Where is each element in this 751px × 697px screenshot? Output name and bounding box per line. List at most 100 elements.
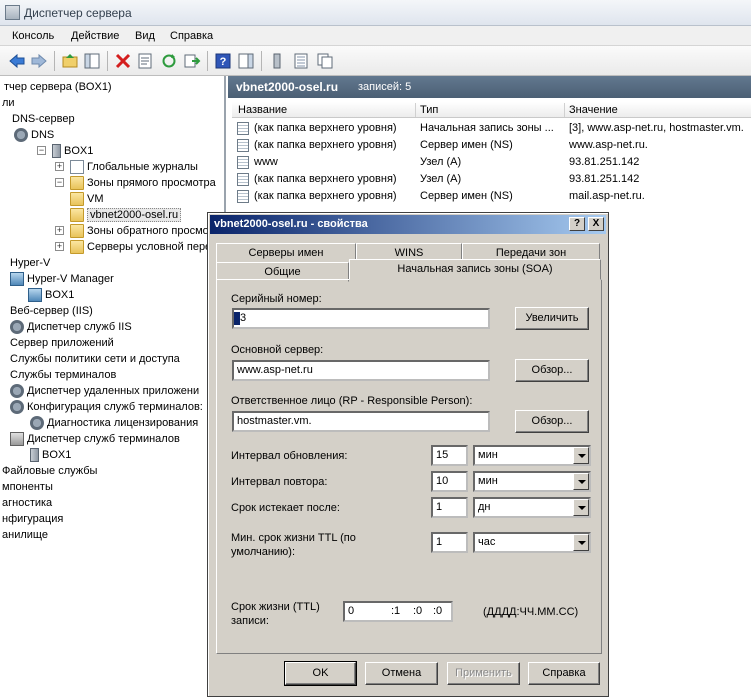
tree-item[interactable]: агностика bbox=[2, 495, 52, 511]
tree-item[interactable]: Диспетчер удаленных приложени bbox=[10, 383, 199, 399]
show-pane-icon[interactable] bbox=[237, 52, 255, 70]
record-row[interactable]: (как папка верхнего уровня) Узел (A) 93.81… bbox=[232, 171, 751, 188]
record-name: (как папка верхнего уровня) bbox=[254, 122, 397, 134]
tree-item[interactable]: тчер сервера (BOX1) bbox=[4, 79, 112, 95]
cancel-button[interactable]: Отмена bbox=[365, 662, 438, 685]
expire-unit-select[interactable]: дн bbox=[473, 497, 591, 518]
refresh-icon[interactable] bbox=[160, 52, 178, 70]
close-icon[interactable]: X bbox=[588, 217, 604, 231]
record-value: mail.asp-net.ru. bbox=[569, 190, 645, 202]
retry-interval-field[interactable]: 10 bbox=[431, 471, 468, 492]
min-ttl-label-line1: Мин. срок жизни TTL (по bbox=[231, 532, 356, 544]
back-icon[interactable] bbox=[8, 52, 26, 70]
server-icon[interactable] bbox=[268, 52, 286, 70]
browse-primary-button[interactable]: Обзор... bbox=[515, 359, 589, 382]
tree-item[interactable]: Hyper-V bbox=[10, 255, 50, 271]
tree-item[interactable]: − BOX1 bbox=[37, 143, 93, 159]
tree-item[interactable]: BOX1 bbox=[28, 287, 74, 303]
record-row[interactable]: (как папка верхнего уровня) Сервер имен (… bbox=[232, 188, 751, 205]
increment-button[interactable]: Увеличить bbox=[515, 307, 589, 330]
tree-item[interactable]: ли bbox=[2, 95, 15, 111]
refresh-unit-select[interactable]: мин bbox=[473, 445, 591, 466]
show-hide-tree-icon[interactable] bbox=[83, 52, 101, 70]
delete-icon[interactable] bbox=[114, 52, 132, 70]
expand-icon[interactable]: + bbox=[55, 162, 64, 171]
expand-icon[interactable]: + bbox=[55, 242, 64, 251]
help-button[interactable]: Справка bbox=[528, 662, 600, 685]
help-icon[interactable]: ? bbox=[569, 217, 585, 231]
forward-icon[interactable] bbox=[30, 52, 48, 70]
tree-item[interactable]: мпоненты bbox=[2, 479, 53, 495]
serial-number-field[interactable]: 3 bbox=[232, 308, 490, 329]
tree-item[interactable]: BOX1 bbox=[30, 447, 71, 463]
chevron-down-icon[interactable] bbox=[573, 534, 589, 551]
collapse-icon[interactable]: − bbox=[37, 146, 46, 155]
min-ttl-field[interactable]: 1 bbox=[431, 532, 468, 553]
tree-item[interactable]: DNS bbox=[14, 127, 54, 143]
tree-item[interactable]: VM bbox=[70, 191, 104, 207]
ttl-days[interactable]: 0 bbox=[348, 603, 354, 620]
tree-item[interactable]: Диспетчер служб терминалов bbox=[10, 431, 180, 447]
expire-field[interactable]: 1 bbox=[431, 497, 468, 518]
column-divider[interactable] bbox=[564, 103, 565, 117]
refresh-unit-value: мин bbox=[478, 449, 498, 461]
ttl-minutes[interactable]: :0 bbox=[413, 603, 422, 620]
export-icon[interactable] bbox=[183, 52, 201, 70]
record-row[interactable]: www Узел (A) 93.81.251.142 bbox=[232, 154, 751, 171]
tab-name-servers[interactable]: Серверы имен bbox=[216, 243, 356, 263]
menu-console[interactable]: Консоль bbox=[12, 30, 54, 42]
record-row[interactable]: (как папка верхнего уровня) Начальная зап… bbox=[232, 120, 751, 137]
primary-server-field[interactable]: www.asp-net.ru bbox=[232, 360, 490, 381]
chevron-down-icon[interactable] bbox=[573, 447, 589, 464]
tree-item[interactable]: Файловые службы bbox=[2, 463, 97, 479]
tree-item[interactable]: + Глобальные журналы bbox=[55, 159, 198, 175]
tree-item[interactable]: Диагностика лицензирования bbox=[30, 415, 198, 431]
help-icon[interactable]: ? bbox=[214, 52, 232, 70]
menu-action[interactable]: Действие bbox=[71, 30, 119, 42]
tree-item[interactable]: Службы терминалов bbox=[10, 367, 116, 383]
column-type[interactable]: Тип bbox=[420, 104, 438, 116]
column-divider[interactable] bbox=[415, 103, 416, 117]
ok-button[interactable]: OK bbox=[284, 661, 357, 686]
responsible-person-field[interactable]: hostmaster.vm. bbox=[232, 411, 490, 432]
properties-icon[interactable] bbox=[136, 52, 154, 70]
list-icon[interactable] bbox=[292, 52, 310, 70]
collapse-icon[interactable]: − bbox=[55, 178, 64, 187]
ttl-seconds[interactable]: :0 bbox=[433, 603, 442, 620]
tree-item[interactable]: Диспетчер служб IIS bbox=[10, 319, 132, 335]
apply-button[interactable]: Применить bbox=[447, 662, 520, 685]
tree-item[interactable]: DNS-сервер bbox=[12, 111, 75, 127]
copy-icon[interactable] bbox=[316, 52, 334, 70]
browse-responsible-button[interactable]: Обзор... bbox=[515, 410, 589, 433]
tree-item-label: Глобальные журналы bbox=[87, 161, 198, 173]
tree-item[interactable]: − Зоны прямого просмотра bbox=[55, 175, 216, 191]
ttl-hours[interactable]: :1 bbox=[391, 603, 400, 620]
tree-item[interactable]: + Серверы условной пересылки bbox=[55, 239, 224, 255]
tree-item[interactable]: + Зоны обратного просмотра bbox=[55, 223, 224, 239]
tree-item[interactable]: Сервер приложений bbox=[10, 335, 114, 351]
record-ttl-field[interactable]: 0 :1 :0 :0 bbox=[343, 601, 453, 622]
chevron-down-icon[interactable] bbox=[573, 473, 589, 490]
menu-view[interactable]: Вид bbox=[135, 30, 155, 42]
up-folder-icon[interactable] bbox=[61, 52, 79, 70]
tree-item[interactable]: Веб-сервер (IIS) bbox=[10, 303, 93, 319]
menu-help[interactable]: Справка bbox=[170, 30, 213, 42]
column-value[interactable]: Значение bbox=[569, 104, 618, 116]
tree-item[interactable]: vbnet2000-osel.ru bbox=[70, 207, 182, 223]
expand-icon[interactable]: + bbox=[55, 226, 64, 235]
refresh-interval-field[interactable]: 15 bbox=[431, 445, 468, 466]
tree-item[interactable]: Hyper-V Manager bbox=[10, 271, 114, 287]
retry-unit-select[interactable]: мин bbox=[473, 471, 591, 492]
tree-item[interactable]: анилище bbox=[2, 527, 48, 543]
tree-item[interactable]: Службы политики сети и доступа bbox=[10, 351, 180, 367]
record-row[interactable]: (как папка верхнего уровня) Сервер имен (… bbox=[232, 137, 751, 154]
tab-soa[interactable]: Начальная запись зоны (SOA) bbox=[349, 259, 601, 280]
column-name[interactable]: Название bbox=[238, 104, 287, 116]
tree-item-label: Hyper-V bbox=[10, 257, 51, 269]
toolbar: ? bbox=[0, 46, 751, 76]
record-name: (как папка верхнего уровня) bbox=[254, 139, 397, 151]
min-ttl-unit-select[interactable]: час bbox=[473, 532, 591, 553]
tree-item[interactable]: нфигурация bbox=[2, 511, 63, 527]
chevron-down-icon[interactable] bbox=[573, 499, 589, 516]
tree-item[interactable]: Конфигурация служб терминалов: bbox=[10, 399, 203, 415]
